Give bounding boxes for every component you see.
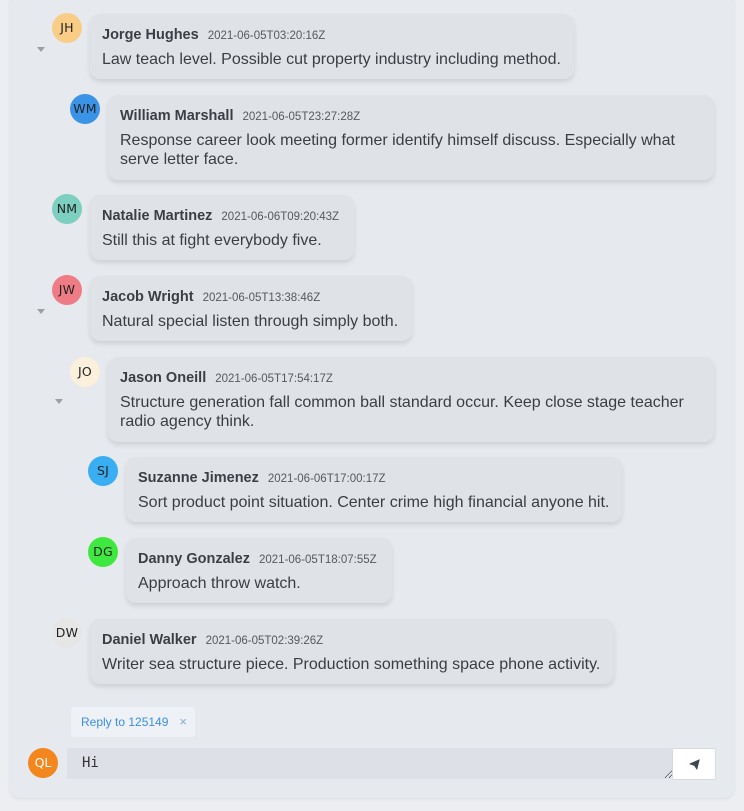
send-icon [689, 759, 700, 770]
comment-bubble: Jacob Wright 2021-06-05T13:38:46Z Natural… [90, 276, 412, 341]
reply-to-label: Reply to 125149 [81, 715, 169, 729]
comment-bubble: Daniel Walker 2021-06-05T02:39:26Z Writer… [90, 619, 614, 684]
comment-author[interactable]: Daniel Walker [102, 632, 197, 648]
comment-author[interactable]: Danny Gonzalez [138, 551, 250, 567]
avatar: SJ [88, 456, 118, 486]
comment-input[interactable] [67, 748, 673, 779]
avatar: JH [52, 13, 82, 43]
avatar: DW [52, 618, 82, 648]
comment-bubble: Jorge Hughes 2021-06-05T03:20:16Z Law tea… [90, 14, 574, 79]
comment-timestamp: 2021-06-05T03:20:16Z [207, 30, 326, 42]
comment-author[interactable]: Jorge Hughes [102, 27, 199, 43]
comment-bubble: Danny Gonzalez 2021-06-05T18:07:55Z Appro… [126, 538, 392, 603]
comment-author[interactable]: Suzanne Jimenez [138, 470, 259, 486]
comment-text: Response career look meeting former iden… [120, 132, 675, 168]
avatar: QL [28, 748, 58, 778]
comment-bubble: William Marshall 2021-06-05T23:27:28Z Res… [108, 95, 714, 180]
comment-text: Natural special listen through simply bo… [102, 313, 399, 330]
comment-author[interactable]: Natalie Martinez [102, 208, 212, 224]
comment-author[interactable]: Jason Oneill [120, 370, 206, 386]
comment-timestamp: 2021-06-05T17:54:17Z [215, 373, 333, 385]
comment-text: Structure generation fall common ball st… [120, 394, 684, 430]
comment-bubble: Jason Oneill 2021-06-05T17:54:17Z Structu… [108, 357, 714, 442]
avatar: NM [52, 194, 82, 224]
comment-text: Approach throw watch. [138, 575, 301, 592]
comment-text: Sort product point situation. Center cri… [138, 494, 610, 511]
comment-author[interactable]: William Marshall [120, 108, 234, 124]
avatar: JW [52, 275, 82, 305]
comment-bubble: Suzanne Jimenez 2021-06-06T17:00:17Z Sort… [126, 457, 622, 522]
collapse-caret-icon[interactable] [37, 309, 45, 314]
comment-bubble: Natalie Martinez 2021-06-06T09:20:43Z Sti… [90, 195, 354, 260]
close-icon[interactable]: × [179, 707, 187, 737]
send-button[interactable] [672, 748, 716, 780]
reply-to-chip: Reply to 125149 × [71, 707, 195, 737]
comment-timestamp: 2021-06-05T18:07:55Z [259, 554, 377, 566]
comment-text: Still this at fight everybody five. [102, 232, 322, 249]
comment-timestamp: 2021-06-05T13:38:46Z [202, 292, 321, 304]
avatar: DG [88, 537, 118, 567]
comment-text: Writer sea structure piece. Production s… [102, 656, 601, 673]
comment-timestamp: 2021-06-06T17:00:17Z [267, 473, 386, 485]
avatar: JO [70, 357, 100, 387]
comment-timestamp: 2021-06-05T02:39:26Z [205, 635, 324, 647]
avatar: WM [70, 94, 100, 124]
comment-text: Law teach level. Possible cut property i… [102, 51, 561, 68]
collapse-caret-icon[interactable] [55, 399, 63, 404]
comment-author[interactable]: Jacob Wright [102, 289, 194, 305]
comments-panel: JH Jorge Hughes 2021-06-05T03:20:16Z Law … [10, 0, 734, 798]
collapse-caret-icon[interactable] [37, 47, 45, 52]
comment-timestamp: 2021-06-06T09:20:43Z [221, 211, 340, 223]
comment-timestamp: 2021-06-05T23:27:28Z [242, 111, 361, 123]
